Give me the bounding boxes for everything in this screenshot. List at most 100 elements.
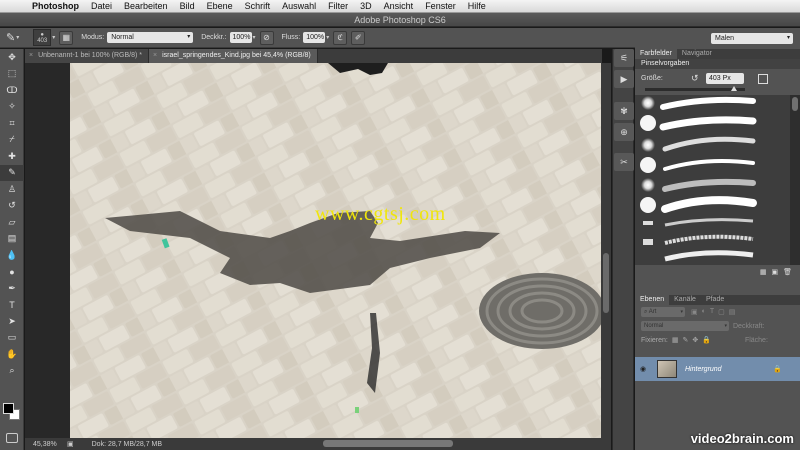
vertical-scrollbar[interactable] xyxy=(601,63,611,438)
lock-all-icon[interactable]: 🔒 xyxy=(702,336,711,344)
brush-list-scrollbar[interactable] xyxy=(790,95,800,265)
menu-filter[interactable]: Filter xyxy=(322,1,354,11)
brush-presets-title[interactable]: Pinselvorgaben xyxy=(635,59,800,69)
size-slider[interactable] xyxy=(645,86,745,91)
clone-source-icon[interactable]: ⊕ xyxy=(614,123,634,141)
tab-kanaele[interactable]: Kanäle xyxy=(669,295,701,305)
brush-tool-icon[interactable]: ✎ xyxy=(0,164,24,181)
menu-ebene[interactable]: Ebene xyxy=(201,1,239,11)
menu-ansicht[interactable]: Ansicht xyxy=(378,1,420,11)
tab-navigator[interactable]: Navigator xyxy=(677,49,717,59)
new-brush-icon[interactable] xyxy=(758,74,768,84)
opacity-dropdown[interactable]: ▾ xyxy=(253,34,256,41)
menu-datei[interactable]: Datei xyxy=(85,1,118,11)
menu-fenster[interactable]: Fenster xyxy=(419,1,462,11)
eye-icon[interactable]: ◉ xyxy=(635,365,651,373)
blur-tool-icon[interactable]: 💧 xyxy=(0,247,24,264)
layer-background[interactable]: ◉ Hintergrund 🔒 xyxy=(635,357,800,381)
tools-icon[interactable]: ✂ xyxy=(614,153,634,171)
toggle-brush-panel-icon[interactable]: ▦ xyxy=(760,268,767,276)
horizontal-scrollbar[interactable] xyxy=(323,440,453,447)
tab-unbenannt[interactable]: × Unbenannt-1 bei 100% (RGB/8) * xyxy=(25,49,149,63)
history-brush-tool-icon[interactable]: ↺ xyxy=(0,198,24,215)
blend-mode-select[interactable]: Normal xyxy=(641,321,729,331)
crop-tool-icon[interactable]: ⌗ xyxy=(0,115,24,132)
layer-kind-select[interactable]: ⌕ Art xyxy=(641,307,685,317)
layer-name[interactable]: Hintergrund xyxy=(685,366,722,373)
path-selection-tool-icon[interactable]: ➤ xyxy=(0,313,24,330)
new-preset-icon[interactable]: ▣ xyxy=(771,268,778,276)
shape-filter-icon[interactable]: ▢ xyxy=(718,308,725,316)
flow-field[interactable]: 100% xyxy=(303,32,326,43)
brush-preset-picker[interactable]: ● 403 xyxy=(33,29,52,46)
airbrush-icon[interactable]: ℭ xyxy=(333,30,348,45)
foreground-color-chip[interactable] xyxy=(3,403,14,414)
menu-auswahl[interactable]: Auswahl xyxy=(276,1,322,11)
quick-mask-icon[interactable] xyxy=(6,433,18,443)
dodge-tool-icon[interactable]: ● xyxy=(0,264,24,281)
slider-knob[interactable] xyxy=(731,86,737,91)
opacity-field[interactable]: 100% xyxy=(229,32,252,43)
brand-logo: video2brain.com xyxy=(690,431,794,446)
clone-stamp-tool-icon[interactable]: ♙ xyxy=(0,181,24,198)
menu-bild[interactable]: Bild xyxy=(174,1,201,11)
zoom-level[interactable]: 45,38% xyxy=(33,441,67,448)
tab-israel[interactable]: × israel_springendes_Kind.jpg bei 45,4% (… xyxy=(149,49,318,63)
gradient-tool-icon[interactable]: ▤ xyxy=(0,231,24,248)
lock-transparency-icon[interactable]: ▦ xyxy=(672,336,679,344)
photo-image[interactable]: www.cgtsj.com xyxy=(70,63,602,438)
fill-label: Fläche: xyxy=(744,336,768,344)
brush-previews[interactable] xyxy=(635,95,790,265)
trash-icon[interactable]: 🗑 xyxy=(783,268,792,276)
pixel-filter-icon[interactable]: ▣ xyxy=(691,308,698,316)
reset-icon[interactable]: ↺ xyxy=(691,73,699,84)
opacity-pressure-icon[interactable]: ⊘ xyxy=(259,30,274,45)
hand-tool-icon[interactable]: ✋ xyxy=(0,346,24,363)
tab-ebenen[interactable]: Ebenen xyxy=(635,295,670,305)
menu-3d[interactable]: 3D xyxy=(354,1,378,11)
zoom-tool-icon[interactable]: ⌕ xyxy=(0,363,24,380)
close-icon[interactable]: × xyxy=(29,52,33,59)
lock-position-icon[interactable]: ✥ xyxy=(692,336,698,344)
brush-panel-toggle-icon[interactable]: ▦ xyxy=(59,30,74,45)
flow-dropdown[interactable]: ▾ xyxy=(326,34,329,41)
workspace-select[interactable]: Malen xyxy=(711,33,793,44)
document-canvas[interactable]: www.cgtsj.com xyxy=(25,63,602,438)
status-menu-icon[interactable]: ▣ xyxy=(67,440,74,448)
lock-pixels-icon[interactable]: ✎ xyxy=(682,336,688,344)
smart-object-filter-icon[interactable]: ▤ xyxy=(729,308,736,316)
close-icon[interactable]: × xyxy=(153,52,157,59)
pen-tool-icon[interactable]: ✒ xyxy=(0,280,24,297)
brush-presets-icon[interactable]: ✾ xyxy=(614,102,634,120)
menu-photoshop[interactable]: Photoshop xyxy=(26,1,85,11)
color-chips[interactable] xyxy=(3,403,23,423)
size-field[interactable]: 403 Px xyxy=(706,73,744,84)
marquee-tool-icon[interactable]: ⬚ xyxy=(0,66,24,83)
brush-panel-icon[interactable]: ⚟ xyxy=(614,49,634,67)
menu-hilfe[interactable]: Hilfe xyxy=(462,1,492,11)
scroll-thumb[interactable] xyxy=(792,97,798,111)
workspace-row: Malen xyxy=(635,28,800,49)
rectangle-tool-icon[interactable]: ▭ xyxy=(0,330,24,347)
size-pressure-icon[interactable]: ✐ xyxy=(351,30,366,45)
adjustment-filter-icon[interactable]: ◐ xyxy=(702,308,706,316)
menu-schrift[interactable]: Schrift xyxy=(239,1,277,11)
tab-pfade[interactable]: Pfade xyxy=(701,295,729,305)
play-icon[interactable]: ▶ xyxy=(614,70,634,88)
tool-preset-dropdown[interactable]: ▾ xyxy=(16,34,19,41)
move-tool-icon[interactable]: ✥ xyxy=(0,49,24,66)
eyedropper-tool-icon[interactable]: ⌿ xyxy=(0,132,24,149)
eraser-tool-icon[interactable]: ▱ xyxy=(0,214,24,231)
menu-bearbeiten[interactable]: Bearbeiten xyxy=(118,1,174,11)
tab-farbfelder[interactable]: Farbfelder xyxy=(635,49,677,59)
mode-select[interactable]: Normal xyxy=(107,32,194,43)
quick-selection-tool-icon[interactable]: ✧ xyxy=(0,99,24,116)
scroll-thumb[interactable] xyxy=(603,253,609,313)
brush-tool-icon[interactable]: ✎ xyxy=(6,31,15,44)
lasso-tool-icon[interactable]: ↀ xyxy=(0,82,24,99)
type-filter-icon[interactable]: T xyxy=(710,308,714,316)
type-tool-icon[interactable]: T xyxy=(0,297,24,314)
brush-picker-dropdown[interactable]: ▾ xyxy=(52,34,55,41)
opacity-label: Deckkr.: xyxy=(201,34,227,41)
healing-brush-tool-icon[interactable]: ✚ xyxy=(0,148,24,165)
